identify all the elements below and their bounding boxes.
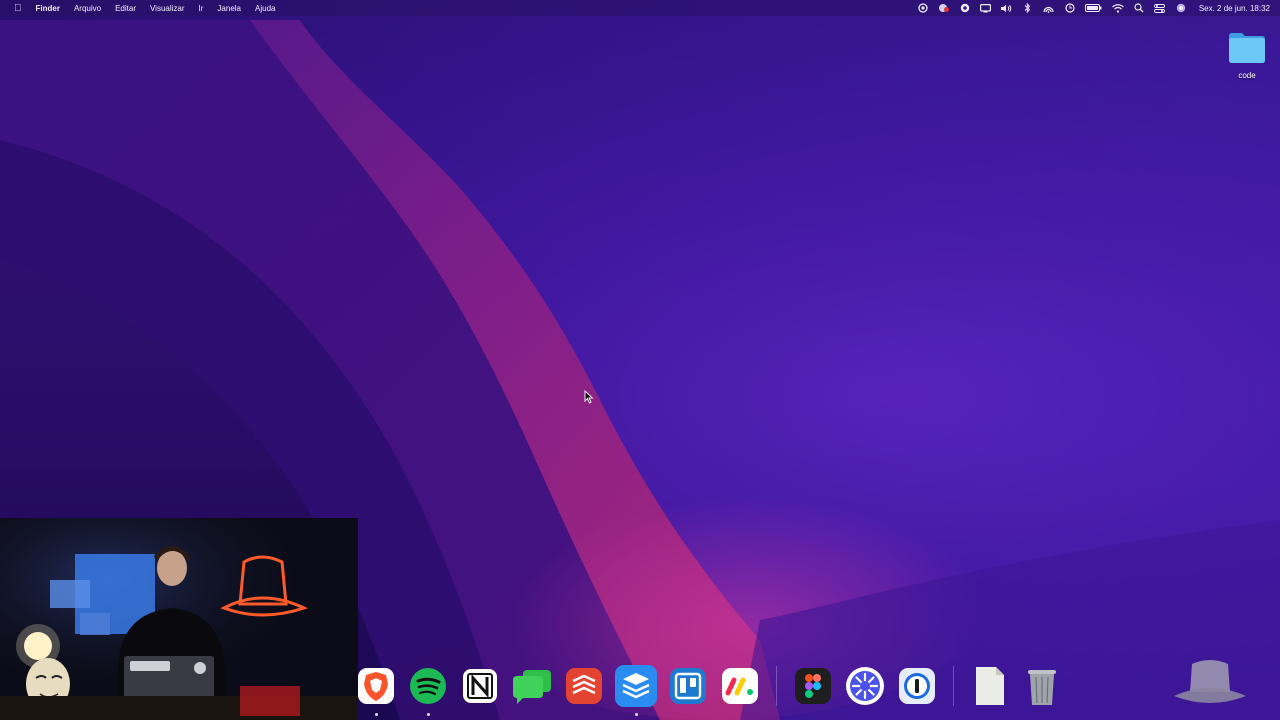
menu-bar:  Finder Arquivo Editar Visualizar Ir Ja… xyxy=(0,0,1280,16)
running-indicator xyxy=(634,713,638,716)
record-icon[interactable] xyxy=(938,3,950,13)
dock-1password[interactable] xyxy=(895,664,939,708)
dock-monday[interactable] xyxy=(718,664,762,708)
buffer-icon xyxy=(615,665,657,707)
webcam-overlay xyxy=(0,518,358,720)
1password-icon xyxy=(899,668,935,704)
menu-arquivo[interactable]: Arquivo xyxy=(74,4,101,13)
figma-icon xyxy=(795,668,831,704)
messages-icon xyxy=(513,670,551,704)
apple-icon[interactable]:  xyxy=(14,3,22,14)
dock-separator xyxy=(776,666,777,706)
dock-trash[interactable] xyxy=(1020,664,1064,708)
dock-figma[interactable] xyxy=(791,664,835,708)
dock-notion[interactable] xyxy=(458,664,502,708)
siri-icon[interactable] xyxy=(1175,3,1187,13)
display-icon[interactable] xyxy=(980,3,992,13)
todoist-icon xyxy=(566,668,602,704)
monday-icon xyxy=(722,668,758,704)
dock-document[interactable] xyxy=(968,664,1012,708)
wifi-icon[interactable] xyxy=(1111,3,1124,13)
trello-icon xyxy=(670,668,706,704)
hat-watermark-icon xyxy=(1170,656,1250,715)
menu-finder[interactable]: Finder xyxy=(36,4,60,13)
control-center-icon[interactable] xyxy=(1154,3,1166,13)
running-indicator xyxy=(426,713,430,716)
menubar-clock[interactable]: Sex. 2 de jun. 18:32 xyxy=(1199,4,1270,13)
menu-ir[interactable]: Ir xyxy=(199,4,204,13)
dock-trello[interactable] xyxy=(666,664,710,708)
camera-control-icon[interactable] xyxy=(917,3,929,13)
folder-label: code xyxy=(1238,71,1256,80)
dock xyxy=(350,658,1068,716)
menu-ajuda[interactable]: Ajuda xyxy=(255,4,275,13)
dock-separator xyxy=(953,666,954,706)
airdrop-icon[interactable] xyxy=(1043,3,1055,13)
menu-editar[interactable]: Editar xyxy=(115,4,136,13)
dock-messages[interactable] xyxy=(510,664,554,708)
volume-icon[interactable] xyxy=(1001,3,1013,13)
trash-icon xyxy=(1028,670,1056,705)
brave-icon xyxy=(358,668,394,704)
spotify-icon xyxy=(410,668,446,704)
dock-todoist[interactable] xyxy=(562,664,606,708)
timer-icon[interactable] xyxy=(1064,3,1076,13)
desktop-folder-code[interactable]: code xyxy=(1224,30,1270,80)
dock-buffer[interactable] xyxy=(614,664,658,716)
perplexity-icon xyxy=(846,667,884,705)
folder-icon xyxy=(1229,33,1265,63)
running-indicator xyxy=(374,713,378,716)
battery-icon[interactable] xyxy=(1085,3,1103,13)
document-icon xyxy=(976,667,1004,705)
search-icon[interactable] xyxy=(1133,3,1145,13)
dock-spotify[interactable] xyxy=(406,664,450,716)
webcam-scene xyxy=(0,518,358,720)
menu-visualizar[interactable]: Visualizar xyxy=(150,4,185,13)
notion-icon xyxy=(463,669,497,703)
mouse-cursor-icon xyxy=(584,389,594,409)
dock-brave[interactable] xyxy=(354,664,398,716)
bluetooth-icon[interactable] xyxy=(1022,3,1034,13)
dock-perplexity[interactable] xyxy=(843,664,887,708)
screen-record-icon[interactable] xyxy=(959,3,971,13)
menu-janela[interactable]: Janela xyxy=(217,4,241,13)
